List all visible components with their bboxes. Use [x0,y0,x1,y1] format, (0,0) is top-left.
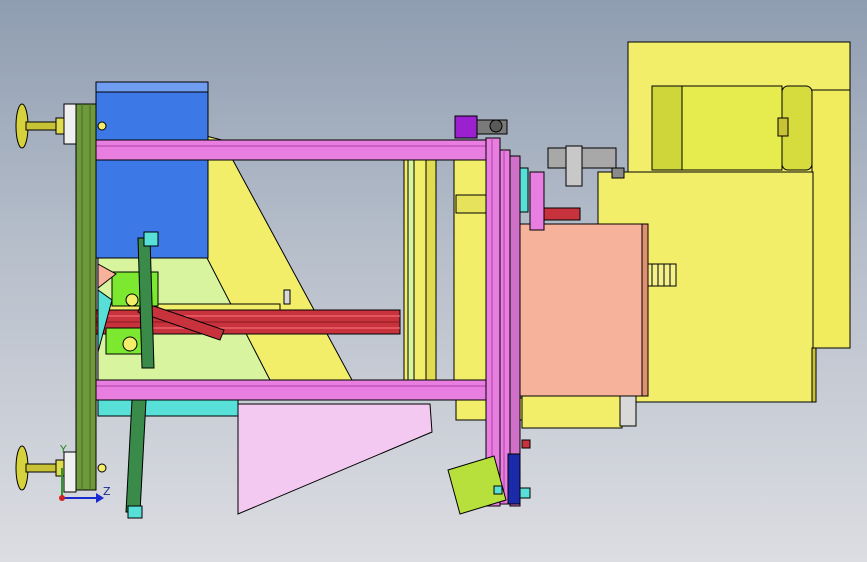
leveling-foot-top [15,103,65,149]
purple-sensor [454,115,508,139]
salmon-block [507,223,645,397]
cad-viewport[interactable] [0,0,867,562]
blue-connector [507,453,521,505]
triad-y-label: Y [60,443,67,456]
cyan-plate [97,399,239,417]
leveling-foot-bottom [15,445,65,491]
lavender-chute [237,403,433,515]
triad-z-label: Z [103,485,111,498]
